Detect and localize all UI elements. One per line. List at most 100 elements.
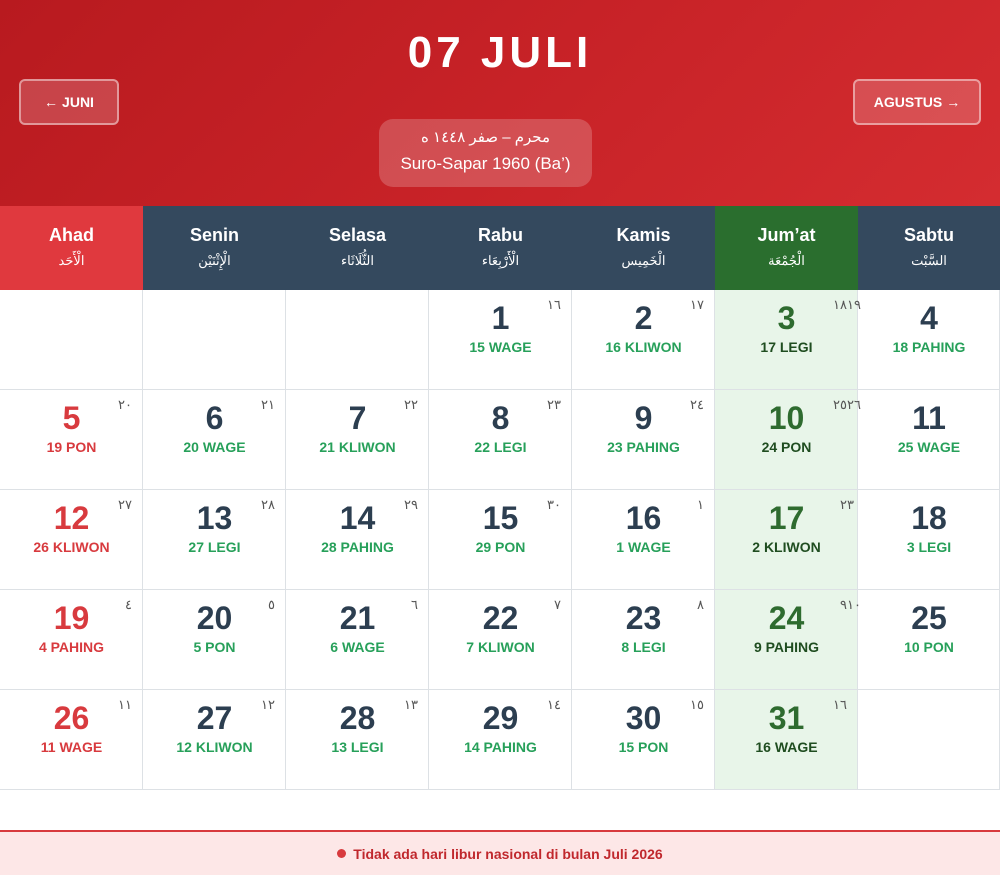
hijri-date: ١٨ [833,297,847,312]
day-cell[interactable]: 29 14 PAHING ١٤ [429,690,572,790]
day-cell[interactable]: 11 25 WAGE ٢٦ [847,390,1000,490]
day-cell[interactable]: 22 7 KLIWON ٧ [429,590,572,690]
javanese-date: 28 PAHING [321,539,394,555]
day-cell[interactable]: 27 12 KLIWON ١٢ [143,690,286,790]
prev-month-button[interactable]: ← JUNI [19,79,119,125]
javanese-date: 8 LEGI [621,639,666,655]
javanese-date: 14 PAHING [464,739,537,755]
hijri-date: ٢٠ [118,397,132,412]
day-number: 22 [482,600,519,636]
day-cell[interactable]: 4 18 PAHING ١٩ [847,290,1000,390]
weekday-name: Rabu [478,225,523,245]
day-cell[interactable]: 2 16 KLIWON ١٧ [572,290,715,390]
day-cell[interactable]: 25 10 PON ١٠ [847,590,1000,690]
weekday-arabic-name: الْخَمِيس [621,253,666,268]
javanese-date: 1 WAGE [616,539,671,555]
day-cell[interactable]: 26 11 WAGE ١١ [0,690,143,790]
hijri-date: ٧ [554,597,561,612]
hijri-date: ٢ [840,497,847,512]
javanese-date: 21 KLIWON [319,439,396,455]
weekday-header: Ahad الْأَحَد [0,206,143,290]
hijri-date: ١٦ [833,697,847,712]
day-cell[interactable]: 23 8 LEGI ٨ [572,590,715,690]
hijri-date: ٢٤ [690,397,704,412]
day-cell[interactable]: 13 27 LEGI ٢٨ [143,490,286,590]
hijri-date: ١٦ [547,297,561,312]
javanese-date: 17 LEGI [760,339,813,355]
holiday-footer: Tidak ada hari libur nasional di bulan J… [0,830,1000,875]
weekday-arabic-name: الْأَحَد [58,253,85,268]
day-cell[interactable]: 6 20 WAGE ٢١ [143,390,286,490]
day-cell[interactable]: 31 16 WAGE ١٦ [715,690,858,790]
day-cell[interactable]: 16 1 WAGE ١ [572,490,715,590]
day-cell[interactable]: 7 21 KLIWON ٢٢ [286,390,429,490]
javanese-date: 2 KLIWON [752,539,821,555]
javanese-date: 4 PAHING [38,639,105,655]
period-badge: محرم – صفر ١٤٤٨ ه Suro-Sapar 1960 (Ba’) [379,119,592,187]
day-cell[interactable]: 3 17 LEGI ١٨ [715,290,858,390]
day-cell[interactable]: 1 15 WAGE ١٦ [429,290,572,390]
weekday-arabic-name: السَّبْت [911,253,947,268]
day-cell[interactable]: 18 3 LEGI ٣ [847,490,1000,590]
weekday-header: Selasa الثُّلَاثَاء [286,206,429,290]
next-month-button[interactable]: AGUSTUS → [853,79,981,125]
weekday-name: Sabtu [903,225,954,245]
javanese-date: 16 KLIWON [605,339,682,355]
hijri-date: ٢٧ [118,497,132,512]
weekday-header: Jum’at الْجُمْعَة [715,206,858,290]
javanese-date: 15 PON [618,739,669,755]
day-number: 17 [768,500,805,536]
day-cell[interactable]: 20 5 PON ٥ [143,590,286,690]
hijri-date: ١٣ [404,697,418,712]
javanese-date: 9 PAHING [753,639,820,655]
hijri-date: ٢٥ [833,397,847,412]
page-title: 07 JULI [407,28,593,77]
hijri-date: ١٩ [847,297,861,312]
weekday-header: Rabu الْأَرْبِعَاء [429,206,572,290]
hijri-date: ١٠ [847,597,861,612]
empty-cell [143,290,286,390]
javanese-date: 10 PON [904,639,954,655]
day-cell[interactable]: 17 2 KLIWON ٢ [715,490,858,590]
day-cell[interactable]: 10 24 PON ٢٥ [715,390,858,490]
day-cell[interactable]: 8 22 LEGI ٢٣ [429,390,572,490]
day-cell[interactable]: 30 15 PON ١٥ [572,690,715,790]
weekday-name: Kamis [616,225,671,245]
weekday-header: Senin الْإِثْنَيْن [143,206,286,290]
hijri-date: ١٢ [261,697,275,712]
javanese-date: 5 PON [193,639,236,655]
day-cell[interactable]: 5 19 PON ٢٠ [0,390,143,490]
javanese-date: 15 WAGE [469,339,532,355]
day-cell[interactable]: 9 23 PAHING ٢٤ [572,390,715,490]
day-cell[interactable]: 24 9 PAHING ٩ [715,590,858,690]
empty-cell [286,290,429,390]
hijri-date: ٤ [125,597,132,612]
javanese-date: 6 WAGE [330,639,385,655]
day-number: 21 [339,600,376,636]
javanese-date: 26 KLIWON [33,539,110,555]
empty-cell [858,690,1000,790]
javanese-period: Suro-Sapar 1960 (Ba’) [400,154,571,173]
hijri-date: ١١ [118,697,132,712]
hijri-date: ٢٣ [547,397,561,412]
hijri-date: ١٥ [690,697,704,712]
day-cell[interactable]: 19 4 PAHING ٤ [0,590,143,690]
day-cell[interactable]: 28 13 LEGI ١٣ [286,690,429,790]
weekday-header: Kamis الْخَمِيس [572,206,715,290]
weekday-arabic-name: الْإِثْنَيْن [198,253,231,268]
weekday-name: Senin [189,225,239,245]
hijri-date: ٢٢ [404,397,418,412]
hijri-date: ٥ [268,597,275,612]
javanese-date: 16 WAGE [755,739,818,755]
day-cell[interactable]: 14 28 PAHING ٢٩ [286,490,429,590]
empty-cell [0,290,143,390]
day-number: 23 [625,600,662,636]
day-number: 24 [768,600,805,636]
day-cell[interactable]: 12 26 KLIWON ٢٧ [0,490,143,590]
hijri-date: ٩ [840,597,847,612]
day-cell[interactable]: 15 29 PON ٣٠ [429,490,572,590]
prev-month-label: JUNI [62,94,94,110]
holiday-note: Tidak ada hari libur nasional di bulan J… [353,846,663,862]
day-cell[interactable]: 21 6 WAGE ٦ [286,590,429,690]
javanese-date: 13 LEGI [331,739,384,755]
